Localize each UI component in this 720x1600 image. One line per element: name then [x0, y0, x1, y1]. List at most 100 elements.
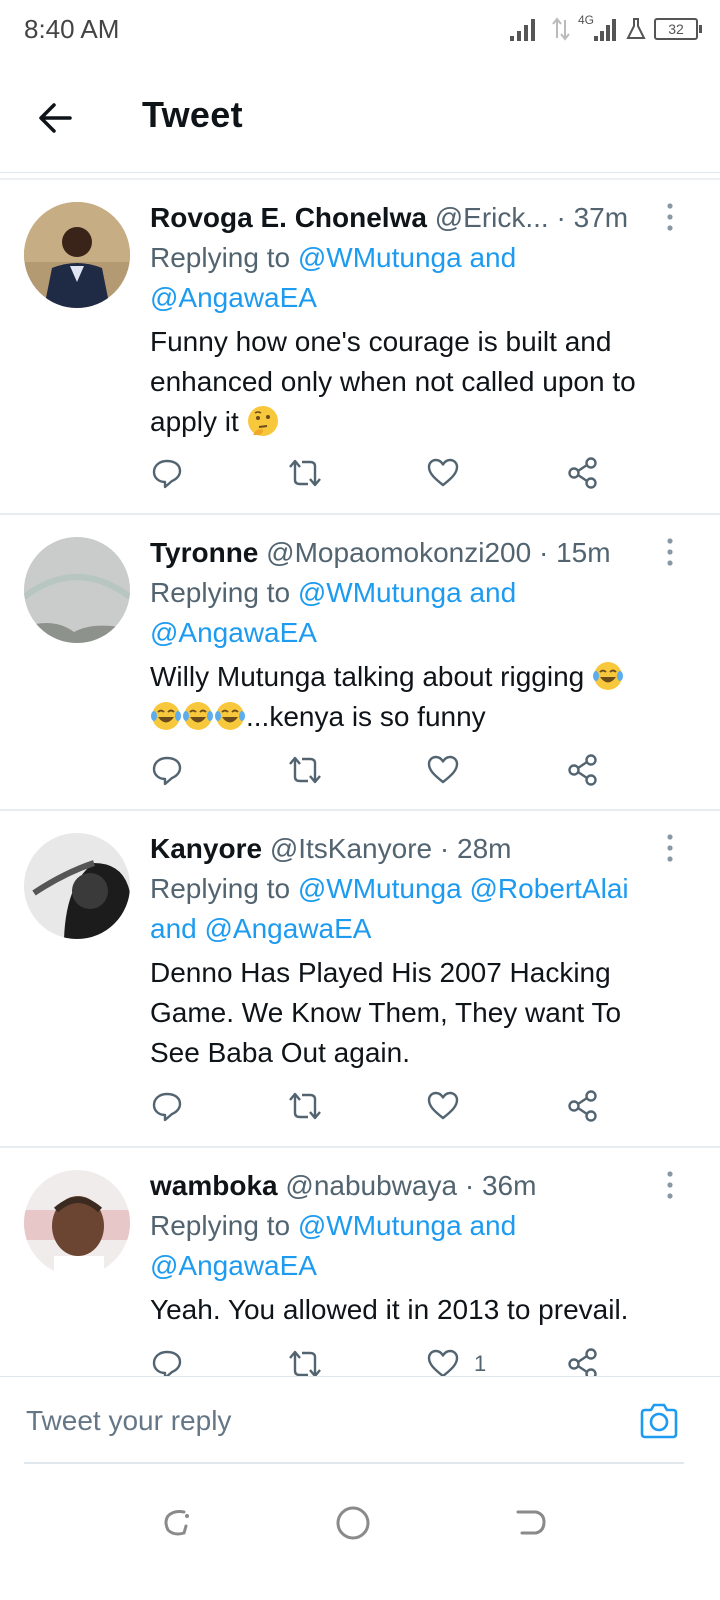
network-type-label: 4G: [577, 13, 594, 27]
back-nav-button[interactable]: [508, 1500, 554, 1546]
retweet-button[interactable]: [286, 750, 324, 790]
tweet[interactable]: Kanyore @ItsKanyore · 28m Replying to @W…: [0, 811, 720, 1148]
replying-to: Replying to @WMutunga and: [150, 238, 700, 278]
replying-to: Replying to @WMutunga and: [150, 1206, 700, 1246]
retweet-button[interactable]: [286, 453, 324, 493]
avatar[interactable]: [24, 202, 130, 308]
replying-to-prefix: Replying to: [150, 1210, 298, 1241]
retweet-button[interactable]: [286, 1344, 324, 1376]
tweet[interactable]: wamboka @nabubwaya · 36m Replying to @WM…: [0, 1148, 720, 1376]
tweet-text-line-with-emoji: ...kenya is so funny: [150, 697, 700, 737]
avatar-image: [24, 1170, 130, 1276]
heart-icon: [427, 1349, 459, 1376]
more-vertical-icon: [667, 1171, 673, 1199]
camera-button[interactable]: [638, 1401, 680, 1441]
more-options-button[interactable]: [658, 200, 682, 234]
replying-to: Replying to @WMutunga @RobertAlai: [150, 869, 700, 909]
share-button[interactable]: [566, 750, 600, 790]
like-button[interactable]: [426, 453, 474, 493]
tweet-time[interactable]: 36m: [482, 1170, 536, 1201]
avatar-image: [24, 537, 130, 643]
tweet-text-line: Denno Has Played His 2007 Hacking: [150, 957, 611, 988]
retweet-icon: [289, 459, 321, 487]
replying-to-cont: @AngawaEA: [150, 1246, 700, 1286]
retweet-icon: [289, 756, 321, 784]
arrow-left-icon: [39, 103, 72, 133]
author-name[interactable]: Kanyore: [150, 833, 262, 864]
tweet-body: Tyronne @Mopaomokonzi200 · 15m Replying …: [150, 533, 700, 737]
data-transfer-icon: [552, 17, 570, 41]
tweet-text: Yeah. You allowed it in 2013 to prevail.: [150, 1290, 700, 1330]
tweet-actions: [150, 453, 610, 493]
home-circle-icon: [336, 1506, 370, 1540]
signal-icon: [509, 19, 535, 41]
mention-link[interactable]: @AngawaEA: [150, 282, 317, 313]
mention-link[interactable]: @WMutunga and: [298, 577, 516, 608]
replying-to: Replying to @WMutunga and: [150, 573, 700, 613]
like-button[interactable]: 1: [426, 1344, 486, 1376]
author-name[interactable]: Tyronne: [150, 537, 258, 568]
mention-link[interactable]: @WMutunga and: [298, 242, 516, 273]
tweet-text: Funny how one's courage is built and enh…: [150, 322, 700, 442]
tweet-text-line: Funny how one's courage is built and: [150, 326, 612, 357]
mention-link[interactable]: @WMutunga and: [298, 1210, 516, 1241]
tweet-text-line: Game. We Know Them, They want To: [150, 997, 622, 1028]
tweet-meta: Tyronne @Mopaomokonzi200 · 15m: [150, 533, 700, 573]
reply-icon: [152, 1350, 182, 1376]
replying-to-cont: and @AngawaEA: [150, 909, 700, 949]
tweet-actions: [150, 1086, 610, 1126]
tweet-time[interactable]: 37m: [574, 202, 628, 233]
author-name[interactable]: Rovoga E. Chonelwa: [150, 202, 427, 233]
avatar[interactable]: [24, 537, 130, 643]
mention-link[interactable]: @AngawaEA: [150, 1250, 317, 1281]
avatar[interactable]: [24, 833, 130, 939]
tweet[interactable]: Tyronne @Mopaomokonzi200 · 15m Replying …: [0, 515, 720, 811]
share-icon: [568, 1090, 597, 1122]
like-button[interactable]: [426, 750, 474, 790]
reply-button[interactable]: [150, 1344, 184, 1376]
reply-divider: [24, 1462, 684, 1464]
tweet-actions: [150, 750, 610, 790]
reply-button[interactable]: [150, 750, 184, 790]
like-count: 1: [474, 1351, 487, 1376]
page-title: Tweet: [142, 94, 243, 135]
tweet-time[interactable]: 28m: [457, 833, 511, 864]
tweet-time[interactable]: 15m: [556, 537, 610, 568]
retweet-button[interactable]: [286, 1086, 324, 1126]
author-handle[interactable]: @nabubwaya: [285, 1170, 457, 1201]
share-button[interactable]: [566, 1344, 600, 1376]
tweet-body: Rovoga E. Chonelwa @Erick... · 37m Reply…: [150, 198, 700, 442]
more-options-button[interactable]: [658, 535, 682, 569]
like-button[interactable]: [426, 1086, 474, 1126]
more-vertical-icon: [667, 203, 673, 231]
author-handle[interactable]: @Erick...: [435, 202, 549, 233]
tweet[interactable]: Rovoga E. Chonelwa @Erick... · 37m Reply…: [0, 180, 720, 515]
tears-of-joy-emoji: [151, 702, 181, 730]
reply-button[interactable]: [150, 1086, 184, 1126]
heart-icon: [427, 755, 459, 784]
more-options-button[interactable]: [658, 1168, 682, 1202]
reply-input[interactable]: [24, 1397, 588, 1445]
signal-4g-icon: [594, 19, 616, 41]
replying-to-cont: @AngawaEA: [150, 278, 700, 318]
mention-link[interactable]: @WMutunga @RobertAlai: [298, 873, 629, 904]
mention-link[interactable]: @AngawaEA: [150, 617, 317, 648]
share-icon: [568, 754, 597, 786]
back-button[interactable]: [34, 96, 78, 140]
author-handle[interactable]: @Mopaomokonzi200: [266, 537, 531, 568]
mention-link[interactable]: and @AngawaEA: [150, 913, 371, 944]
more-options-button[interactable]: [658, 831, 682, 865]
share-icon: [568, 1348, 597, 1376]
recents-icon: [164, 1510, 189, 1536]
separator-dot: ·: [439, 833, 450, 864]
status-icons: 4G 32: [509, 13, 702, 44]
avatar[interactable]: [24, 1170, 130, 1276]
share-button[interactable]: [566, 453, 600, 493]
reply-button[interactable]: [150, 453, 184, 493]
tweet-text-line: Willy Mutunga talking about rigging: [150, 661, 585, 692]
author-handle[interactable]: @ItsKanyore: [270, 833, 432, 864]
author-name[interactable]: wamboka: [150, 1170, 278, 1201]
home-button[interactable]: [330, 1500, 376, 1546]
recent-apps-button[interactable]: [154, 1500, 200, 1546]
share-button[interactable]: [566, 1086, 600, 1126]
